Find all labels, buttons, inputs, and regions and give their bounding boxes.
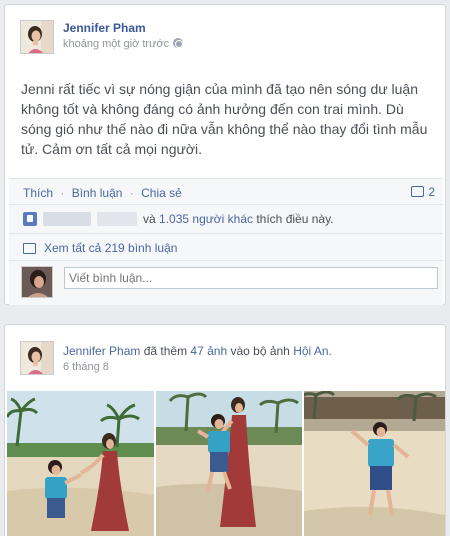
album-link[interactable]: Hội An. — [293, 344, 332, 358]
post-card: Jennifer Pham khoảng một giờ trước Jenni… — [4, 4, 446, 305]
post-timestamp[interactable]: khoảng một giờ trước — [63, 38, 184, 50]
share-link[interactable]: Chia sẻ — [141, 186, 182, 200]
globe-icon — [173, 38, 184, 48]
comment-icon — [411, 186, 425, 197]
headline-mid: vào bộ ảnh — [230, 344, 290, 358]
post-timestamp[interactable]: 6 tháng 8 — [63, 361, 109, 373]
photo-thumbnail[interactable] — [304, 391, 445, 536]
headline-verb: đã thêm — [143, 344, 188, 358]
separator: · — [60, 186, 65, 200]
author-avatar[interactable] — [20, 341, 54, 375]
photo-thumbnail[interactable] — [156, 391, 302, 536]
view-all-comments-link[interactable]: Xem tất cả 219 bình luận — [44, 241, 177, 255]
separator: · — [129, 186, 134, 200]
author-avatar[interactable] — [20, 20, 54, 54]
comment-count[interactable]: 2 — [411, 185, 435, 199]
like-thumb-icon — [23, 212, 37, 226]
viewer-avatar — [21, 266, 53, 298]
author-name[interactable]: Jennifer Pham — [63, 21, 146, 35]
comment-link[interactable]: Bình luận — [72, 186, 123, 200]
photo-grid — [5, 391, 447, 536]
photo-post-card: Jennifer Pham đã thêm 47 ảnh vào bộ ảnh … — [4, 324, 446, 536]
photo-post-headline: Jennifer Pham đã thêm 47 ảnh vào bộ ảnh … — [63, 344, 332, 358]
write-comment-row — [9, 261, 443, 305]
photo-count-link[interactable]: 47 ảnh — [190, 344, 227, 358]
comment-count-value: 2 — [428, 185, 435, 199]
likes-suffix: thích điều này. — [256, 212, 334, 226]
view-all-comments-row: Xem tất cả 219 bình luận — [9, 234, 443, 261]
blurred-name — [97, 212, 137, 226]
view-comments-icon — [23, 242, 36, 254]
photo-thumbnail[interactable] — [7, 391, 154, 536]
comment-input[interactable] — [64, 267, 438, 289]
likes-others-link[interactable]: 1.035 người khác — [159, 212, 253, 226]
timestamp-text[interactable]: khoảng một giờ trước — [63, 38, 169, 50]
author-name[interactable]: Jennifer Pham — [63, 344, 140, 358]
action-links: Thích · Bình luận · Chia sẻ — [23, 186, 182, 200]
blurred-name — [43, 212, 91, 226]
like-link[interactable]: Thích — [23, 186, 53, 200]
likes-conj: và — [143, 212, 156, 226]
likes-summary: và 1.035 người khác thích điều này. — [9, 205, 443, 234]
post-actions-bar: Thích · Bình luận · Chia sẻ 2 — [9, 178, 443, 205]
post-body: Jenni rất tiếc vì sự nóng giận của mình … — [21, 81, 428, 157]
